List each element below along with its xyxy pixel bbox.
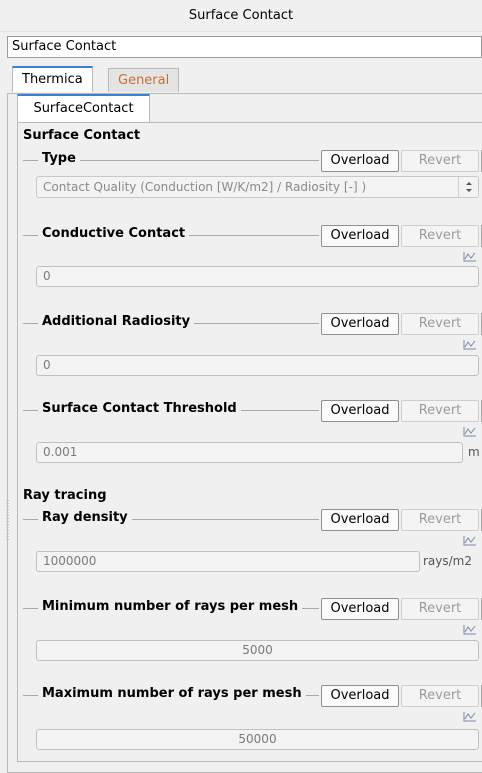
conductive-contact-revert-button: Revert: [401, 225, 479, 247]
type-revert-button: Revert: [401, 150, 479, 172]
max-rays-overload-button[interactable]: Overload: [321, 685, 399, 707]
trend-chart-icon[interactable]: [463, 534, 477, 546]
object-name-field[interactable]: Surface Contact: [7, 36, 482, 58]
min-rays-revert-button: Revert: [401, 598, 479, 620]
max-rays-input[interactable]: 50000: [36, 729, 479, 750]
min-rays-label: Minimum number of rays per mesh: [38, 599, 303, 614]
type-select[interactable]: Contact Quality (Conduction [W/K/m2] / R…: [36, 176, 479, 198]
trend-chart-icon[interactable]: [463, 425, 477, 437]
type-label: Type: [38, 151, 80, 166]
ray-density-revert-button: Revert: [401, 509, 479, 531]
section-ray-tracing: Ray tracing: [23, 488, 107, 503]
conductive-contact-overload-button[interactable]: Overload: [321, 225, 399, 247]
conductive-contact-label: Conductive Contact: [38, 226, 190, 241]
threshold-overload-button[interactable]: Overload: [321, 400, 399, 422]
trend-chart-icon[interactable]: [463, 623, 477, 635]
max-rays-revert-button: Revert: [401, 685, 479, 707]
threshold-unit: m: [468, 445, 480, 459]
ray-density-input[interactable]: 1000000: [36, 551, 420, 572]
conductive-contact-input[interactable]: 0: [36, 266, 479, 287]
min-rays-overload-button[interactable]: Overload: [321, 598, 399, 620]
ray-density-unit: rays/m2: [423, 554, 473, 568]
tab-general[interactable]: General: [108, 68, 180, 92]
window-title: Surface Contact: [0, 0, 482, 32]
trend-chart-icon[interactable]: [463, 250, 477, 262]
additional-radiosity-label: Additional Radiosity: [38, 314, 195, 329]
tab-thermica[interactable]: Thermica: [12, 66, 93, 92]
trend-chart-icon[interactable]: [463, 710, 477, 722]
section-surface-contact: Surface Contact: [23, 128, 141, 143]
additional-radiosity-overload-button[interactable]: Overload: [321, 313, 399, 335]
up-down-arrow-icon: [458, 177, 478, 197]
min-rays-input[interactable]: 5000: [36, 640, 479, 661]
ray-density-overload-button[interactable]: Overload: [321, 509, 399, 531]
trend-chart-icon[interactable]: [463, 338, 477, 350]
resize-grip[interactable]: [6, 500, 9, 540]
ray-density-label: Ray density: [38, 510, 132, 525]
max-rays-label: Maximum number of rays per mesh: [38, 686, 306, 701]
threshold-label: Surface Contact Threshold: [38, 401, 241, 416]
type-select-value: Contact Quality (Conduction [W/K/m2] / R…: [43, 180, 367, 194]
additional-radiosity-revert-button: Revert: [401, 313, 479, 335]
additional-radiosity-input[interactable]: 0: [36, 355, 479, 376]
threshold-revert-button: Revert: [401, 400, 479, 422]
threshold-input[interactable]: 0.001: [36, 442, 463, 463]
type-overload-button[interactable]: Overload: [321, 150, 399, 172]
subtab-surfacecontact[interactable]: SurfaceContact: [17, 94, 150, 122]
